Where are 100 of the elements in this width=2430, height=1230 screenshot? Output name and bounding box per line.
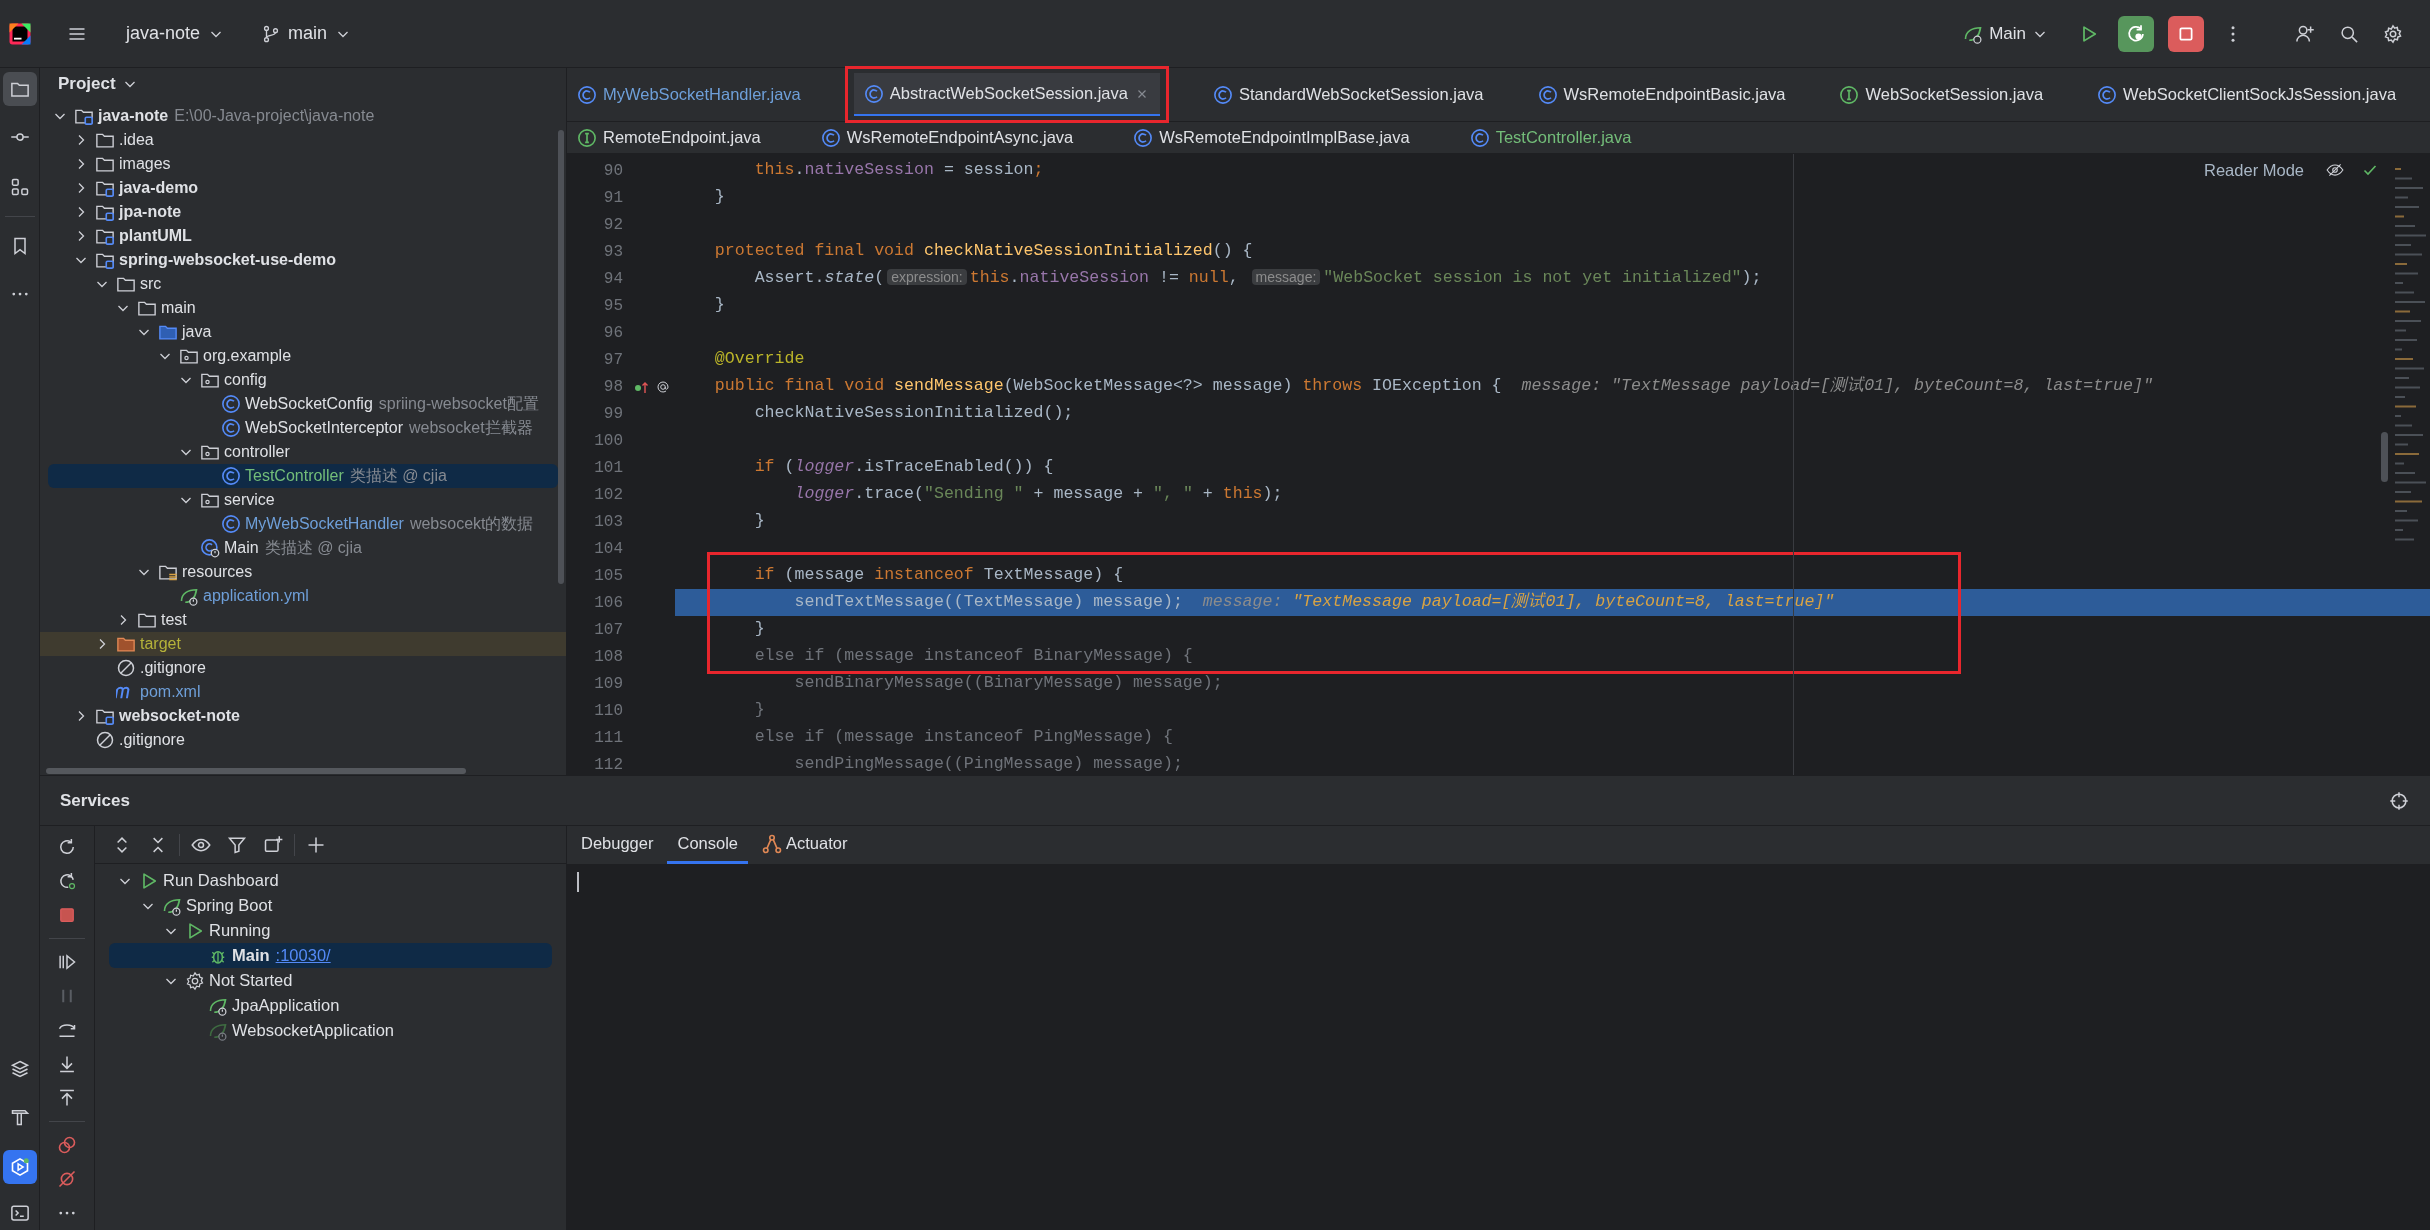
tree-row[interactable]: java-demo: [40, 176, 566, 200]
editor-tab[interactable]: RemoteEndpoint.java: [567, 122, 771, 153]
at-sign-icon: [655, 378, 671, 395]
code-line: sendBinaryMessage((BinaryMessage) message);: [793, 672, 1223, 695]
tree-row[interactable]: jpa-note: [40, 200, 566, 224]
tree-row[interactable]: spring-websocket-use-demo: [40, 248, 566, 272]
tree-row[interactable]: WebSocketInterceptor websocket拦截器: [40, 416, 566, 440]
port-link[interactable]: :10030/: [275, 943, 331, 968]
class-icon: [577, 84, 597, 105]
service-name: Not Started: [209, 970, 293, 992]
code-line: sendPingMessage((PingMessage) message);: [793, 753, 1183, 775]
line-number: 104: [594, 538, 623, 560]
editor-tab[interactable]: AbstractWebSocketSession.java: [853, 73, 1160, 116]
tree-row[interactable]: pom.xml: [40, 680, 566, 704]
ignore-icon: [116, 658, 136, 678]
file-name: application.yml: [203, 586, 309, 606]
file-name: jpa-note: [119, 202, 182, 222]
class-icon: [1537, 84, 1558, 105]
line-number: 90: [603, 160, 623, 182]
console-tab[interactable]: Actuator: [752, 826, 858, 864]
tree-row[interactable]: .gitignore: [40, 728, 566, 752]
services-icon[interactable]: [2, 1150, 37, 1184]
reader-mode-button[interactable]: Reader Mode: [2200, 158, 2308, 183]
file-name: MyWebSocketHandler: [245, 514, 404, 534]
editor-tab[interactable]: TestController.java: [1459, 122, 1642, 153]
line-number: 111: [594, 727, 623, 749]
tree-row[interactable]: TestController 类描述 @ cjia: [48, 464, 558, 488]
tree-row[interactable]: plantUML: [40, 224, 566, 248]
tree-row[interactable]: main: [40, 296, 566, 320]
ignore-icon: [95, 730, 115, 750]
line-number: 107: [594, 619, 623, 641]
tree-row[interactable]: WebSocketConfig spriing-websocket配置: [40, 392, 566, 416]
file-description: websocket拦截器: [409, 418, 533, 438]
run-config-row[interactable]: Running: [95, 918, 566, 943]
editor-tab[interactable]: WsRemoteEndpointAsync.java: [810, 122, 1084, 153]
branch-switcher[interactable]: main: [256, 13, 358, 54]
editor-tab[interactable]: StandardWebSocketSession.java: [1202, 68, 1494, 121]
console-tab[interactable]: Debugger: [571, 826, 664, 864]
code-line: }: [753, 510, 765, 533]
vertical-scrollbar[interactable]: [2381, 432, 2388, 482]
tree-row[interactable]: src: [40, 272, 566, 296]
editor-tab[interactable]: WsRemoteEndpointImplBase.java: [1123, 122, 1420, 153]
class-icon: [221, 394, 241, 414]
file-name: config: [224, 370, 267, 390]
class-icon: [221, 514, 241, 534]
code-line: checkNativeSessionInitialized();: [753, 402, 1074, 425]
tree-row[interactable]: images: [40, 152, 566, 176]
file-name: websocket-note: [119, 706, 240, 726]
tree-row[interactable]: MyWebSocketHandler websocekt的数据: [40, 512, 566, 536]
tree-row[interactable]: Main 类描述 @ cjia: [40, 536, 566, 560]
file-name: TestController: [245, 466, 344, 486]
line-number: 98: [603, 376, 623, 398]
line-number: 93: [603, 241, 623, 263]
editor-tab[interactable]: WebSocketClientSockJsSession.java: [2087, 68, 2407, 121]
tree-row[interactable]: websocket-note: [40, 704, 566, 728]
tree-row[interactable]: org.example: [40, 344, 566, 368]
line-number: 92: [603, 214, 623, 236]
file-name: WebSocketConfig: [245, 394, 373, 414]
run-config-row[interactable]: Run Dashboard: [95, 868, 566, 893]
folder-icon[interactable]: [2, 72, 37, 106]
service-name: Main: [232, 945, 270, 967]
tree-row[interactable]: .idea: [40, 128, 566, 152]
service-name: WebsocketApplication: [232, 1020, 395, 1042]
file-name: pom.xml: [140, 682, 201, 702]
file-name: images: [119, 154, 171, 174]
debug-rerun-icon[interactable]: [2118, 15, 2154, 52]
file-name: Main: [224, 538, 259, 558]
vertical-scrollbar[interactable]: [558, 130, 564, 584]
tree-row[interactable]: config: [40, 368, 566, 392]
tree-row[interactable]: resources: [40, 560, 566, 584]
interface-icon: [577, 127, 597, 148]
tree-row[interactable]: test: [40, 608, 566, 632]
class-icon: [2097, 84, 2118, 105]
run-config-row[interactable]: Not Started: [95, 968, 566, 993]
editor-tab[interactable]: WebSocketSession.java: [1829, 68, 2054, 121]
editor-tab[interactable]: MyWebSocketHandler.java: [567, 68, 811, 121]
tree-row[interactable]: target: [40, 632, 566, 656]
line-number: 109: [594, 673, 623, 695]
horizontal-scrollbar[interactable]: [46, 768, 466, 774]
run-config-row[interactable]: Spring Boot: [95, 893, 566, 918]
class-icon: [1469, 127, 1490, 148]
tree-row[interactable]: java: [40, 320, 566, 344]
console-tab[interactable]: Console: [667, 826, 749, 864]
code-line: this.nativeSession = session;: [753, 159, 1044, 182]
tree-row[interactable]: application.yml: [40, 584, 566, 608]
tree-row[interactable]: java-note E:\00-Java-project\java-note: [40, 104, 566, 128]
run-config-row[interactable]: Main :10030/: [109, 943, 552, 968]
app-logo-icon[interactable]: [8, 21, 32, 46]
tree-row[interactable]: controller: [40, 440, 566, 464]
run-configuration-selector[interactable]: Main: [1957, 13, 2054, 54]
tree-row[interactable]: service: [40, 488, 566, 512]
run-config-row[interactable]: JpaApplication: [95, 993, 566, 1018]
editor-tab[interactable]: WsRemoteEndpointBasic.java: [1527, 68, 1796, 121]
tree-row[interactable]: .gitignore: [40, 656, 566, 680]
panel-title[interactable]: Project: [58, 71, 138, 97]
file-name: WebSocketInterceptor: [245, 418, 403, 438]
project-switcher[interactable]: java-note: [120, 13, 231, 54]
file-name: java: [182, 322, 212, 342]
run-config-row[interactable]: WebsocketApplication: [95, 1018, 566, 1043]
stop-icon[interactable]: [2168, 15, 2204, 52]
